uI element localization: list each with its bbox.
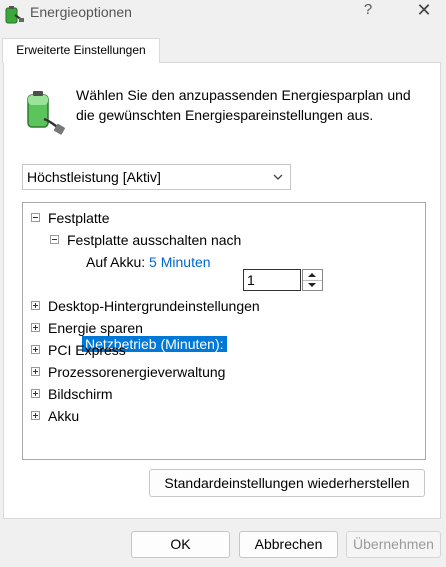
ok-button[interactable]: OK <box>131 531 230 558</box>
close-button[interactable]: ✕ <box>410 0 438 24</box>
window-title: Energieoptionen <box>30 4 132 20</box>
stepper-buttons <box>302 269 323 291</box>
on-battery-label: Auf Akku: <box>86 254 146 270</box>
cancel-button[interactable]: Abbrechen <box>239 531 338 558</box>
apply-button[interactable]: Übernehmen <box>346 531 441 558</box>
tree-item[interactable]: Desktop-Hintergrundeinstellungen <box>48 295 260 317</box>
description-text: Wählen Sie den anzupassenden Energiespar… <box>76 87 411 123</box>
tree-item[interactable]: Bildschirm <box>48 383 113 405</box>
tree-item[interactable]: PCI Express <box>48 339 126 361</box>
help-button[interactable]: ? <box>358 1 378 23</box>
tree-item[interactable]: Akku <box>48 405 79 427</box>
expand-icon[interactable] <box>31 367 40 376</box>
plugged-in-minutes-stepper[interactable]: 1 <box>243 269 323 291</box>
expand-icon[interactable] <box>31 389 40 398</box>
tree-item[interactable]: Prozessorenergieverwaltung <box>48 361 225 383</box>
tab-advanced-settings[interactable]: Erweiterte Einstellungen <box>2 38 160 63</box>
power-plan-select[interactable]: Höchstleistung [Aktiv] <box>22 164 291 190</box>
collapse-icon[interactable] <box>50 235 59 244</box>
expand-icon[interactable] <box>31 411 40 420</box>
expand-icon[interactable] <box>31 301 40 310</box>
tree-item-on-battery: Auf Akku: 5 Minuten <box>86 251 211 273</box>
collapse-icon[interactable] <box>31 213 40 222</box>
restore-defaults-button[interactable]: Standardeinstellungen wiederherstellen <box>149 469 425 497</box>
chevron-down-icon <box>273 174 283 180</box>
on-battery-value-link[interactable]: 5 Minuten <box>149 254 210 270</box>
settings-panel: Wählen Sie den anzupassenden Energiespar… <box>3 62 441 519</box>
plugged-in-minutes-input[interactable]: 1 <box>243 269 301 291</box>
title-bar: Energieoptionen ? ✕ <box>0 0 446 27</box>
expand-icon[interactable] <box>31 345 40 354</box>
tree-item[interactable]: Energie sparen <box>48 317 143 339</box>
tree-item-festplatte-ausschalten[interactable]: Festplatte ausschalten nach <box>67 229 241 251</box>
tree-item-festplatte[interactable]: Festplatte <box>48 207 109 229</box>
expand-icon[interactable] <box>31 323 40 332</box>
settings-tree[interactable]: Festplatte Festplatte ausschalten nach A… <box>22 202 426 460</box>
power-plan-selected: Höchstleistung [Aktiv] <box>27 169 161 185</box>
battery-plug-icon <box>27 91 65 135</box>
power-options-icon <box>5 6 24 24</box>
stepper-down-icon[interactable] <box>303 280 322 290</box>
